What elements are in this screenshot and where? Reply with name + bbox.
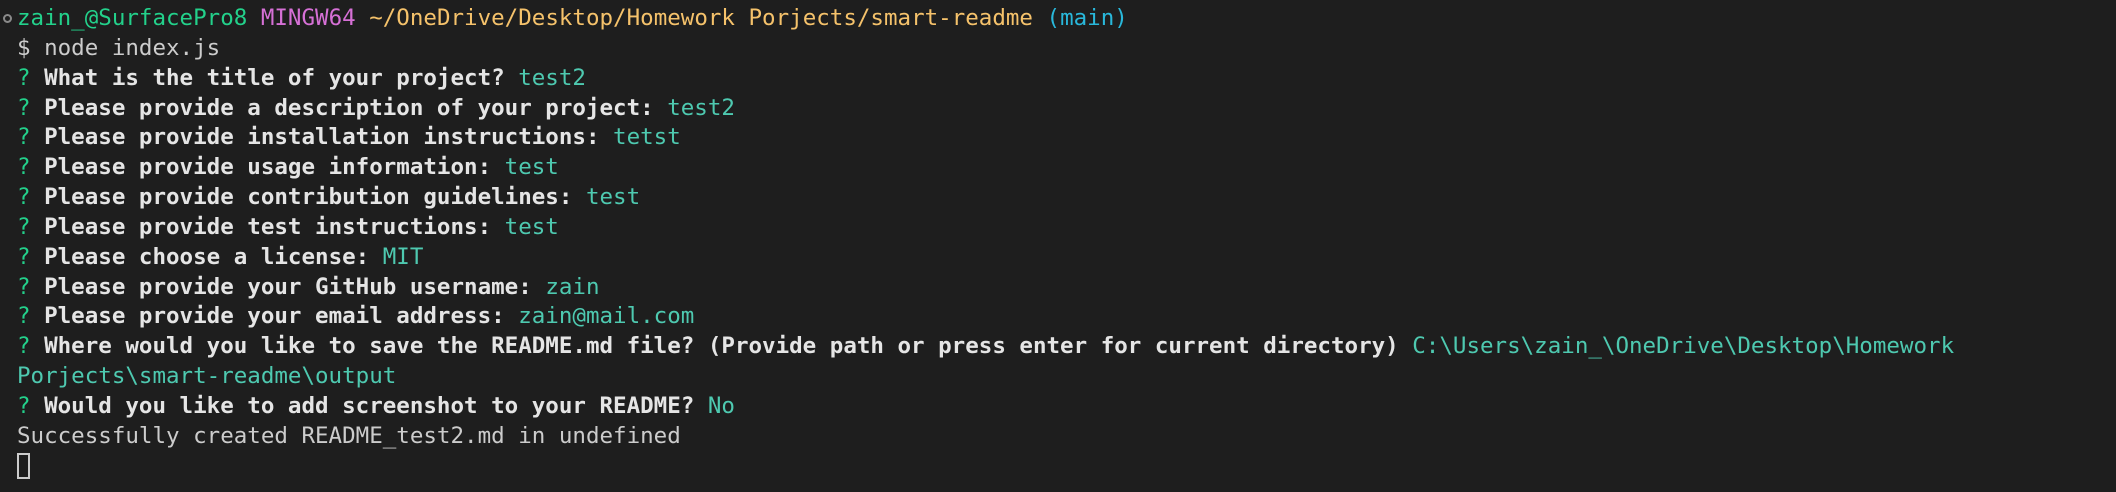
qa-line-screenshot: ? Would you like to add screenshot to yo… — [0, 392, 2116, 422]
qa-line-usage: ? Please provide usage information: test — [0, 153, 2116, 183]
terminal-window[interactable]: zain_@SurfacePro8 MINGW64 ~/OneDrive/Des… — [0, 0, 2116, 492]
answer-text: C:\Users\zain_\OneDrive\Desktop\Homework — [1412, 333, 1955, 360]
qa-line-tests: ? Please provide test instructions: test — [0, 213, 2116, 243]
question-mark-icon: ? — [17, 64, 31, 91]
answer-text: test2 — [518, 64, 586, 91]
qa-line-title: ? What is the title of your project? tes… — [0, 64, 2116, 94]
command-text: node index.js — [44, 34, 221, 61]
command-line: $ node index.js — [0, 34, 2116, 64]
answer-text: No — [707, 392, 735, 419]
answer-text: test2 — [667, 94, 735, 121]
question-text: Please provide installation instructions… — [44, 124, 600, 151]
command-status-icon — [3, 14, 12, 23]
question-text: Please provide a description of your pro… — [44, 94, 654, 121]
answer-text: zain — [545, 273, 600, 300]
question-mark-icon: ? — [17, 273, 31, 300]
prompt-user-host: zain_@SurfacePro8 — [17, 5, 248, 31]
question-mark-icon: ? — [17, 184, 31, 211]
question-mark-icon: ? — [17, 213, 31, 240]
result-line: Successfully created README_test2.md in … — [0, 422, 2116, 452]
cursor-line[interactable] — [0, 452, 2116, 482]
question-mark-icon: ? — [17, 154, 31, 181]
question-mark-icon: ? — [17, 392, 31, 419]
qa-line-email: ? Please provide your email address: zai… — [0, 302, 2116, 332]
answer-text: MIT — [382, 243, 424, 270]
question-mark-icon: ? — [17, 303, 31, 330]
answer-text: test — [585, 184, 641, 211]
prompt-system: MINGW64 — [260, 5, 356, 31]
question-text: Please provide contribution guidelines: — [44, 184, 573, 211]
question-text: Please provide test instructions: — [44, 213, 492, 240]
question-mark-icon: ? — [17, 333, 31, 360]
answer-text-continued: Porjects\smart-readme\output — [17, 363, 397, 390]
question-text: What is the title of your project? — [44, 64, 505, 91]
question-text: Please provide your GitHub username: — [44, 273, 532, 300]
qa-line-github: ? Please provide your GitHub username: z… — [0, 273, 2116, 303]
question-text: Please provide usage information: — [44, 154, 492, 181]
qa-line-description: ? Please provide a description of your p… — [0, 94, 2116, 124]
qa-line-license: ? Please choose a license: MIT — [0, 243, 2116, 273]
question-mark-icon: ? — [17, 243, 31, 270]
question-text: Please provide your email address: — [44, 303, 505, 330]
answer-text: test — [504, 213, 559, 240]
answer-text: test — [504, 154, 559, 181]
prompt-symbol: $ — [17, 34, 31, 61]
qa-line-save-path: ? Where would you like to save the READM… — [0, 332, 2116, 362]
shell-prompt-line: zain_@SurfacePro8 MINGW64 ~/OneDrive/Des… — [0, 4, 2116, 34]
question-text: Please choose a license: — [44, 243, 370, 270]
prompt-git-branch: (main) — [1046, 5, 1128, 31]
qa-line-contribution: ? Please provide contribution guidelines… — [0, 183, 2116, 213]
answer-text: tetst — [613, 124, 681, 151]
result-message: Successfully created README_test2.md in … — [17, 422, 681, 449]
answer-text: zain@mail.com — [518, 303, 695, 330]
question-mark-icon: ? — [17, 124, 31, 151]
terminal-cursor[interactable] — [17, 452, 30, 479]
qa-line-save-path-wrap: Porjects\smart-readme\output — [0, 362, 2116, 392]
prompt-path: ~/OneDrive/Desktop/Homework Porjects/sma… — [369, 5, 1033, 31]
qa-line-installation: ? Please provide installation instructio… — [0, 123, 2116, 153]
question-text: Where would you like to save the README.… — [44, 333, 1399, 360]
question-mark-icon: ? — [17, 94, 31, 121]
question-text: Would you like to add screenshot to your… — [44, 392, 695, 419]
